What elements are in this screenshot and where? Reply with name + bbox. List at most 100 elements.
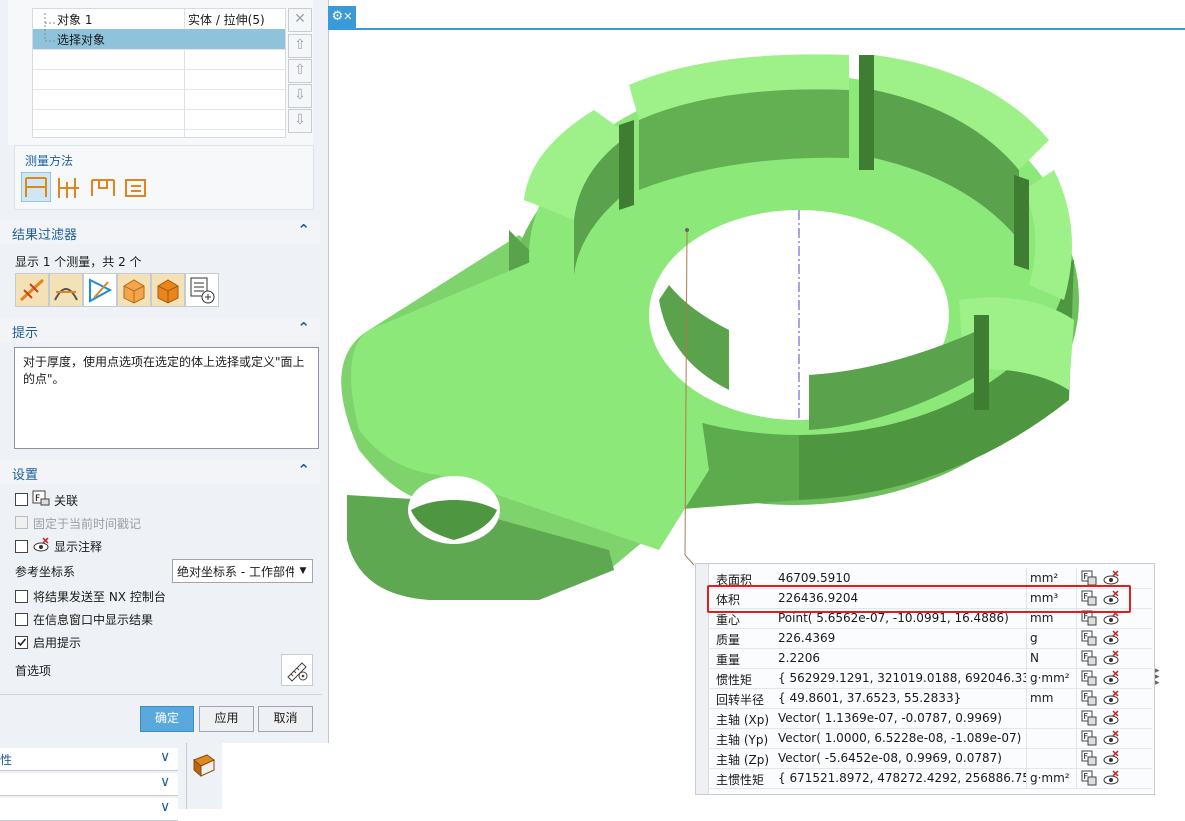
info-window-checkbox[interactable]: [15, 613, 28, 626]
result-unit: g: [1030, 631, 1038, 645]
panel-row[interactable]: 性 ∨: [0, 748, 178, 771]
ref-csys-label: 参考坐标系: [15, 565, 76, 579]
chevron-down-icon[interactable]: ∨: [160, 749, 170, 765]
method-length-icon[interactable]: [89, 174, 117, 200]
settings-icon: ⚙: [331, 9, 344, 24]
filter-solid-icon[interactable]: [151, 273, 185, 307]
move-bottom-icon[interactable]: ⇩: [288, 109, 312, 133]
object-name: 对象 1: [57, 13, 93, 27]
result-row[interactable]: 主轴 (Yp) Vector( 1.0000, 6.5228e-08, -1.08…: [710, 728, 1152, 749]
chevron-down-icon[interactable]: ▼: [294, 560, 312, 582]
result-row[interactable]: 质量 226.4369 g F: [710, 628, 1152, 649]
measure-dialog: 对象 1 实体 / 拉伸(5) 选择对象 ✕ ⇧ ⇧ ⇩ ⇩ 测量方法 结果过滤…: [0, 0, 329, 743]
chevron-up-icon[interactable]: ⌃: [297, 221, 310, 239]
document-tab[interactable]: ⚙✕: [328, 6, 356, 28]
selection-list[interactable]: 对象 1 实体 / 拉伸(5) 选择对象: [32, 8, 286, 138]
list-row-object1[interactable]: 对象 1 实体 / 拉伸(5): [33, 9, 285, 30]
enable-hint-checkbox[interactable]: [15, 636, 28, 649]
result-unit: g·mm²: [1030, 771, 1070, 785]
result-row[interactable]: 主轴 (Xp) Vector( 1.1369e-07, -0.0787, 0.99…: [710, 708, 1152, 729]
copy-value-icon[interactable]: F: [1081, 710, 1097, 726]
settings-header[interactable]: 设置 ⌃: [0, 460, 320, 484]
ref-csys-value: 绝对坐标系 - 工作部件: [177, 565, 297, 579]
chevron-down-icon[interactable]: ∨: [160, 799, 170, 815]
result-unit: mm²: [1030, 571, 1059, 585]
result-value: { 562929.1291, 321019.0188, 692046.3372}: [778, 671, 1026, 685]
show-annotation-icon[interactable]: [1102, 649, 1120, 667]
associate-label: 关联: [54, 494, 79, 508]
freeze-label: 固定于当前时间戳记: [33, 517, 142, 531]
copy-value-icon[interactable]: F: [1081, 670, 1097, 686]
filter-point-icon[interactable]: [15, 273, 49, 307]
filter-body-icon[interactable]: [117, 273, 151, 307]
eye-icon: [33, 537, 49, 552]
settings-title: 设置: [12, 468, 39, 483]
close-icon[interactable]: ✕: [343, 10, 352, 23]
document-tab-bar: ⚙✕: [328, 6, 1185, 30]
move-down-icon[interactable]: ⇩: [288, 84, 312, 108]
cell-divider: [1076, 628, 1077, 648]
filter-header[interactable]: 结果过滤器 ⌃: [0, 220, 320, 244]
cancel-button[interactable]: 取消: [258, 706, 313, 732]
associate-checkbox[interactable]: [15, 493, 28, 506]
copy-value-icon[interactable]: F: [1081, 730, 1097, 746]
filter-summary: 显示 1 个测量，共 2 个: [15, 255, 142, 269]
enable-hint-label: 启用提示: [33, 636, 82, 650]
copy-value-icon[interactable]: F: [1081, 690, 1097, 706]
result-row[interactable]: 重量 2.2206 N F: [710, 648, 1152, 669]
result-row[interactable]: 主轴 (Zp) Vector( -5.6452e-08, 0.9969, 0.07…: [710, 748, 1152, 769]
send-nx-checkbox[interactable]: [15, 590, 28, 603]
show-annotation-checkbox[interactable]: [15, 540, 28, 553]
result-unit: N: [1030, 651, 1039, 665]
method-area-icon[interactable]: [123, 174, 151, 200]
result-name: 回转半径: [716, 693, 765, 707]
show-annotation-icon[interactable]: [1102, 629, 1120, 647]
preferences-icon[interactable]: [281, 654, 313, 686]
apply-button[interactable]: 应用: [199, 706, 254, 732]
filter-thickness-icon[interactable]: [83, 273, 117, 307]
show-annotation-icon[interactable]: [1102, 769, 1120, 787]
result-row[interactable]: 惯性矩 { 562929.1291, 321019.0188, 692046.33…: [710, 668, 1152, 689]
filter-angle-icon[interactable]: [49, 273, 83, 307]
cell-divider: [1076, 688, 1077, 708]
result-value: Point( 5.6562e-07, -10.0991, 16.4886): [778, 611, 1009, 625]
result-name: 重量: [716, 653, 741, 667]
copy-value-icon[interactable]: F: [1081, 570, 1097, 586]
chevron-up-icon[interactable]: ⌃: [297, 319, 310, 337]
panel-row[interactable]: ∨: [0, 798, 178, 821]
copy-value-icon[interactable]: F: [1081, 650, 1097, 666]
copy-value-icon[interactable]: F: [1081, 770, 1097, 786]
filter-list-add-icon[interactable]: [185, 273, 219, 307]
more-indicator-icon[interactable]: ▸ ▸ ▸: [1155, 667, 1160, 688]
remove-icon[interactable]: ✕: [288, 8, 312, 32]
show-annotation-label: 显示注释: [54, 540, 103, 554]
list-row-select-object[interactable]: 选择对象: [33, 29, 285, 50]
chevron-down-icon[interactable]: ∨: [160, 774, 170, 790]
move-top-icon[interactable]: ⇧: [288, 34, 312, 58]
cell-divider: [1076, 748, 1077, 768]
copy-value-icon[interactable]: F: [1081, 750, 1097, 766]
move-up-icon[interactable]: ⇧: [288, 59, 312, 83]
panel-row[interactable]: ∨: [0, 773, 178, 796]
book-icon[interactable]: [191, 752, 217, 778]
show-annotation-icon[interactable]: [1102, 669, 1120, 687]
show-annotation-icon[interactable]: [1102, 729, 1120, 747]
volume-highlight: [707, 585, 1131, 613]
result-row[interactable]: 回转半径 { 49.8601, 37.6523, 55.2833} mm F: [710, 688, 1152, 709]
panel-row-label: 性: [0, 753, 13, 767]
chevron-up-icon[interactable]: ⌃: [297, 461, 310, 479]
result-row[interactable]: 主惯性矩 { 671521.8972, 478272.4292, 256886.7…: [710, 768, 1152, 789]
show-annotation-icon[interactable]: [1102, 749, 1120, 767]
result-value: { 49.8601, 37.6523, 55.2833}: [778, 691, 962, 705]
show-annotation-icon[interactable]: [1102, 709, 1120, 727]
method-distance-icon[interactable]: [21, 172, 51, 202]
ref-csys-select[interactable]: 绝对坐标系 - 工作部件 ▼: [172, 559, 313, 583]
cell-divider: [1076, 728, 1077, 748]
ok-button[interactable]: 确定: [140, 706, 194, 732]
hint-header[interactable]: 提示 ⌃: [0, 318, 320, 342]
show-annotation-icon[interactable]: [1102, 689, 1120, 707]
result-name: 质量: [716, 633, 741, 647]
copy-value-icon[interactable]: F: [1081, 630, 1097, 646]
checkmark-icon: [17, 638, 27, 647]
method-multi-distance-icon[interactable]: [55, 174, 83, 200]
